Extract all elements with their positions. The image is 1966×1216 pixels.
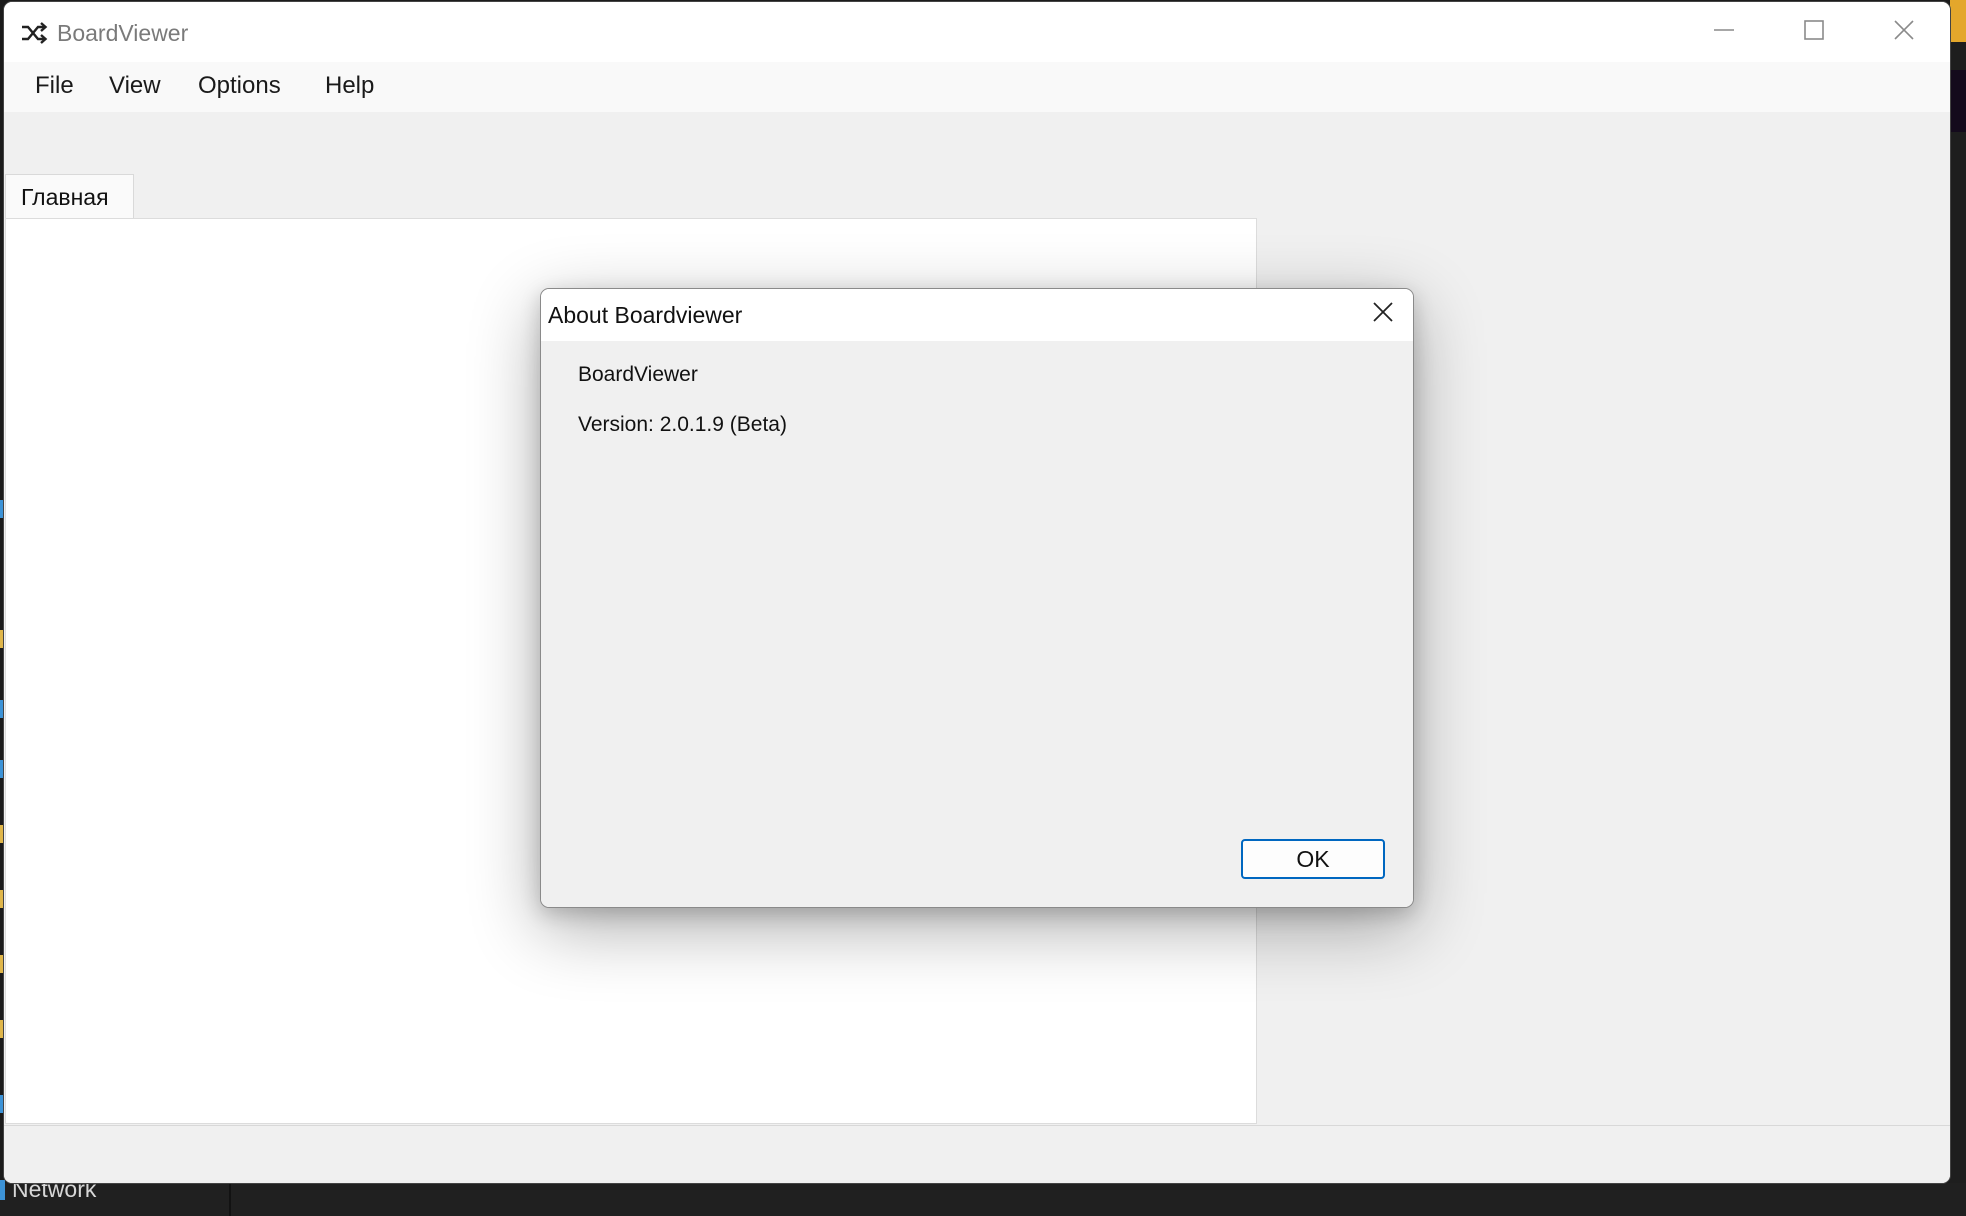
maximize-icon (1803, 19, 1825, 46)
dialog-title: About Boardviewer (548, 302, 743, 328)
menu-options[interactable]: Options (192, 72, 287, 100)
dialog-close-button[interactable] (1353, 289, 1413, 339)
status-bar (4, 1125, 1950, 1183)
maximize-button[interactable] (1769, 2, 1859, 62)
about-version: Version: 2.0.1.9 (Beta) (578, 413, 787, 436)
tab-main-label: Главная (21, 184, 109, 210)
about-dialog: About Boardviewer BoardViewer Version: 2… (540, 288, 1414, 908)
background-window-accent (1950, 0, 1966, 42)
background-window-edge (1950, 0, 1966, 1183)
toolbar-area (4, 112, 1950, 172)
background-divider (229, 1183, 231, 1216)
background-taskbar (0, 1183, 1966, 1216)
shuffle-icon (20, 20, 48, 46)
minimize-button[interactable] (1679, 2, 1769, 62)
close-icon (1371, 300, 1395, 329)
about-app-name: BoardViewer (578, 363, 698, 386)
titlebar[interactable]: BoardViewer (4, 2, 1950, 62)
menu-bar: File View Options Help (4, 62, 1950, 112)
menu-view[interactable]: View (103, 72, 167, 100)
dialog-titlebar[interactable]: About Boardviewer (541, 289, 1413, 341)
close-window-button[interactable] (1859, 2, 1949, 62)
minimize-icon (1713, 19, 1735, 46)
dialog-body: BoardViewer Version: 2.0.1.9 (Beta) OK (541, 341, 1413, 907)
background-window-panel (1950, 70, 1966, 132)
close-icon (1893, 19, 1915, 46)
tab-main[interactable]: Главная (5, 174, 134, 219)
menu-help[interactable]: Help (319, 72, 380, 100)
network-marker (0, 1180, 5, 1200)
window-title: BoardViewer (57, 20, 189, 46)
ok-button[interactable]: OK (1241, 839, 1385, 879)
menu-file[interactable]: File (29, 72, 80, 100)
